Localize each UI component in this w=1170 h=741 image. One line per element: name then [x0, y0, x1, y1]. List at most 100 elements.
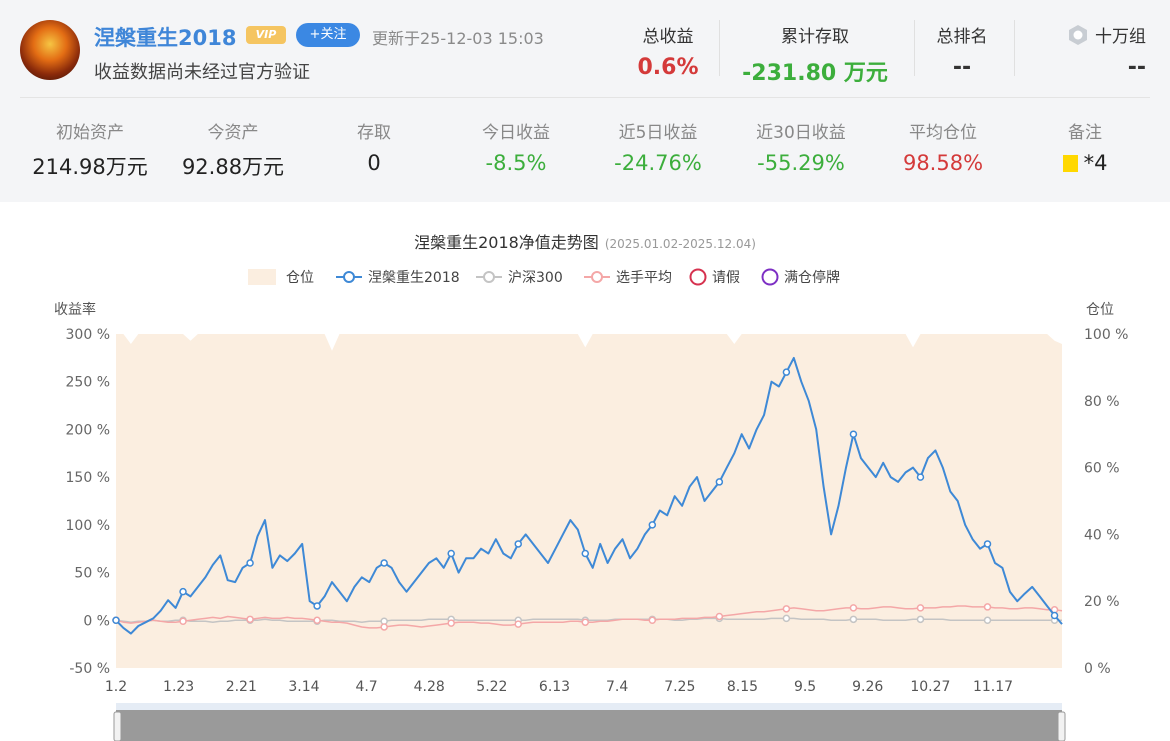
player-avg-point — [782, 605, 791, 613]
legend-swatch — [343, 271, 355, 283]
y2-axis-title: 仓位 — [1086, 302, 1114, 318]
x-tick-label: 3.14 — [288, 679, 319, 695]
follow-button[interactable]: +关注 — [296, 23, 360, 47]
y2-tick-label: 60 % — [1084, 461, 1120, 477]
legend: 仓位 涅槃重生2018 沪深300 选手平均 请假 满仓停牌 — [248, 268, 840, 286]
x-tick-label: 6.13 — [539, 679, 570, 695]
x-tick-label: 9.5 — [794, 679, 816, 695]
nav-series-point — [514, 540, 522, 548]
legend-label: 满仓停牌 — [784, 269, 840, 286]
stat-value: -24.76% — [614, 151, 702, 175]
y-tick-label: 0 % — [83, 613, 110, 629]
range-slider-handle-left[interactable] — [113, 711, 122, 741]
total-rank-value: -- — [952, 55, 972, 80]
x-tick-label: 8.15 — [727, 679, 758, 695]
cum-deposit-label: 累计存取 — [781, 27, 849, 47]
note-marker-icon — [1062, 155, 1078, 172]
nav-series-point — [246, 559, 254, 567]
player-avg-point — [447, 619, 455, 627]
nav-series-point — [715, 478, 724, 486]
group-value: -- — [1127, 55, 1146, 80]
x-tick-label: 4.7 — [355, 679, 377, 695]
stat-label: 备注 — [1068, 123, 1102, 143]
hs300-point — [782, 614, 791, 623]
nav-series-point — [916, 473, 925, 481]
group-label-text: 十万组 — [1095, 27, 1146, 47]
total-rank-stat: 总排名 -- — [922, 22, 1002, 80]
range-slider-window — [116, 710, 1062, 741]
x-tick-label: 1.23 — [163, 679, 194, 695]
stat-label: 今资产 — [207, 123, 259, 143]
cum-deposit-value: -231.80 万元 — [742, 61, 888, 86]
stat-value: -8.5% — [485, 151, 547, 175]
player-avg-point — [715, 612, 724, 621]
x-tick-label: 7.4 — [606, 679, 628, 695]
nav-series-point — [849, 430, 858, 438]
player-avg-point — [179, 617, 187, 625]
legend-swatch — [483, 271, 495, 283]
hs300-point — [849, 615, 858, 624]
range-slider-handle-right[interactable] — [1057, 711, 1066, 741]
note-count: *4 — [1083, 151, 1108, 175]
group-badge-icon — [1069, 25, 1087, 45]
stat-value: 92.88万元 — [181, 155, 285, 179]
vip-badge: VIP — [246, 26, 286, 44]
header-divider — [20, 97, 1150, 98]
y-tick-label: 250 % — [66, 375, 110, 391]
stat-value: 214.98万元 — [32, 155, 148, 179]
legend-label: 沪深300 — [508, 270, 563, 286]
player-avg-point — [313, 616, 321, 625]
nav-chart[interactable]: 仓位 涅槃重生2018 沪深300 选手平均 请假 满仓停牌收益率 仓位 300 % 250 %… — [0, 202, 1170, 741]
header-bar: 涅槃重生2018 VIP +关注 更新于25-12-03 15:03 收益数据尚… — [0, 0, 1170, 98]
stat-label: 今日收益 — [482, 123, 550, 143]
nav-series-point — [782, 368, 791, 376]
username[interactable]: 涅槃重生2018 — [94, 22, 236, 52]
legend-label: 请假 — [712, 270, 740, 286]
y-axis-title: 收益率 — [54, 301, 96, 318]
stat-avg-position: 平均仓位 98.58% — [878, 118, 1008, 175]
stat-label: 近30日收益 — [756, 123, 846, 143]
total-return-value: 0.6% — [637, 55, 699, 80]
total-rank-label: 总排名 — [936, 27, 988, 47]
player-avg-point — [380, 623, 388, 631]
stat-30day-return: 近30日收益 -55.29% — [736, 118, 866, 175]
stat-label: 平均仓位 — [909, 123, 977, 143]
y2-tick-label: 40 % — [1084, 527, 1120, 543]
stat-value: *4 — [1020, 151, 1150, 175]
nav-series-point — [313, 602, 321, 610]
x-tick-label: 5.22 — [476, 679, 507, 695]
player-avg-point — [916, 604, 925, 612]
nav-series-point — [380, 559, 388, 567]
y2-tick-label: 100 % — [1084, 327, 1128, 343]
nav-series-point — [179, 587, 187, 596]
legend-swatch — [761, 268, 779, 286]
nav-series-point — [581, 549, 590, 558]
stat-label: 初始资产 — [56, 123, 124, 143]
avatar[interactable] — [20, 20, 80, 80]
divider — [719, 20, 720, 76]
player-avg-point — [648, 616, 657, 625]
legend-label: 涅槃重生2018 — [368, 270, 460, 286]
stat-value: 98.58% — [902, 151, 984, 175]
legend-label: 仓位 — [286, 270, 314, 286]
nav-series-point — [983, 540, 992, 548]
nav-series-point — [112, 616, 120, 625]
hs300-point — [983, 616, 992, 625]
legend-swatch — [248, 269, 276, 285]
x-tick-label: 9.26 — [852, 679, 883, 695]
player-avg-point — [246, 615, 254, 624]
stat-notes[interactable]: 备注 *4 — [1020, 118, 1150, 175]
player-avg-point — [581, 618, 590, 626]
total-return-label: 总收益 — [642, 27, 694, 47]
divider — [914, 20, 915, 76]
stat-value: 0 — [367, 151, 381, 175]
player-avg-point — [514, 620, 522, 628]
x-tick-label: 10.27 — [910, 679, 950, 695]
y2-tick-label: 20 % — [1084, 594, 1120, 610]
stat-current-assets: 今资产 92.88万元 — [168, 118, 298, 181]
verify-note: 收益数据尚未经过官方验证 — [94, 62, 310, 83]
total-return-stat: 总收益 0.6% — [620, 22, 716, 80]
x-tick-label: 2.21 — [226, 679, 257, 695]
range-slider-track — [116, 703, 1062, 710]
y-tick-label: 150 % — [66, 470, 110, 486]
